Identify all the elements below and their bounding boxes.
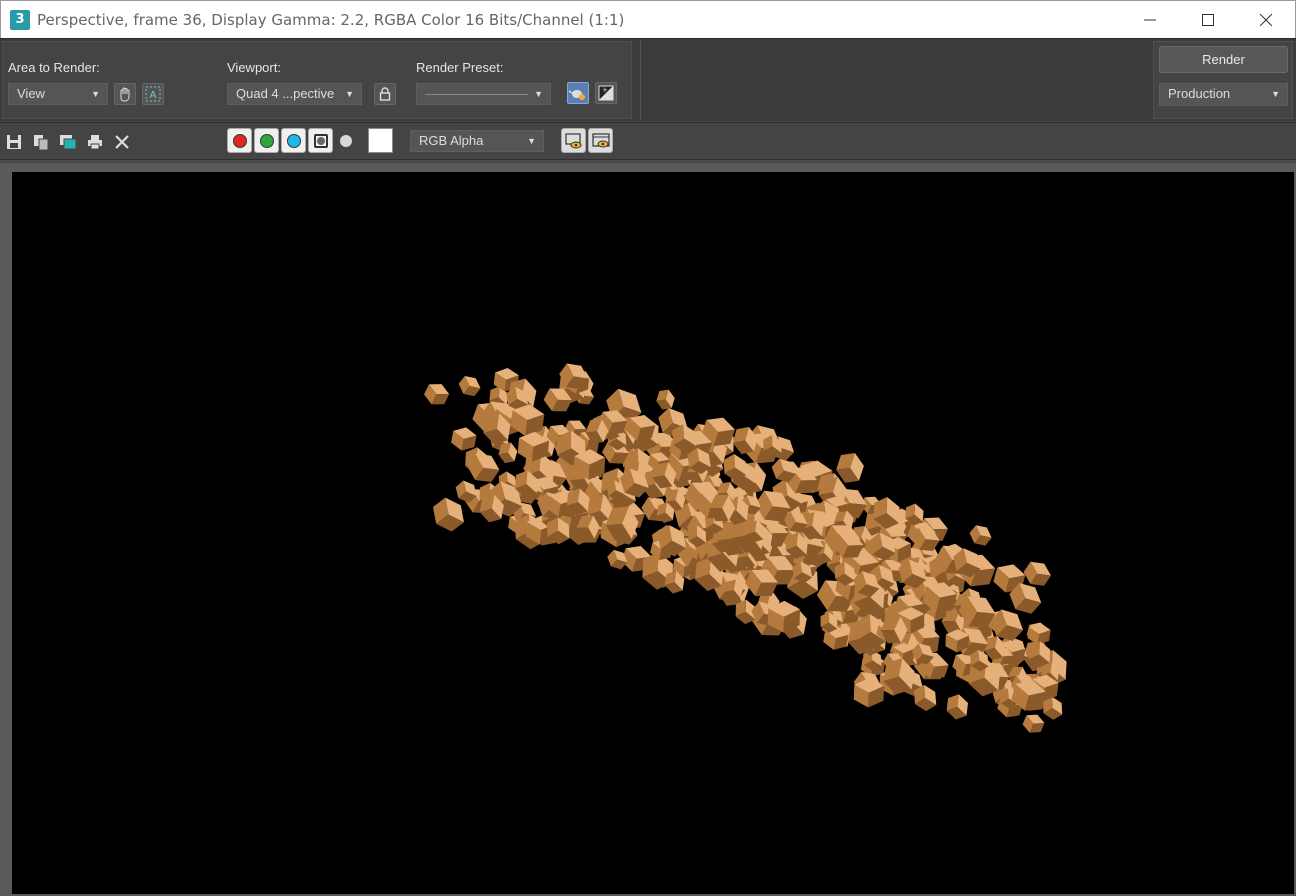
render-mode-dropdown[interactable]: Production ▼ [1159,83,1288,106]
minimize-icon [1144,19,1156,21]
teapot-gear-icon [569,90,585,100]
blue-channel-toggle[interactable] [281,128,306,153]
color-swatch[interactable] [368,128,393,153]
area-to-render-label: Area to Render: [8,60,100,75]
cube [1022,714,1045,733]
alpha-channel-icon [313,133,328,148]
clear-icon [115,135,129,149]
cube [656,389,675,410]
red-channel-toggle[interactable] [227,128,252,153]
render-setup-button[interactable] [567,82,589,104]
red-channel-icon [232,133,247,148]
chevron-down-icon: ▼ [91,89,100,99]
display-channel-value: RGB Alpha [419,133,484,148]
chevron-down-icon: ▼ [345,89,354,99]
pan-region-button[interactable] [114,83,136,105]
green-channel-icon [259,133,274,148]
clear-image-button[interactable] [111,131,133,153]
svg-text:+: + [602,86,608,94]
auto-region-icon: A [145,86,161,102]
alpha-channel-toggle[interactable] [308,128,333,153]
exposure-icon: + [598,85,614,101]
app-icon: 3 [10,10,30,30]
render-preset-dropdown[interactable]: ▼ [416,83,551,105]
monochrome-toggle[interactable] [340,135,352,147]
cube [451,427,477,451]
save-image-button[interactable] [3,131,25,153]
lock-viewport-button[interactable] [374,83,396,105]
minimize-button[interactable] [1121,1,1179,39]
window-eye-icon [591,132,610,147]
maximize-icon [1202,14,1214,26]
viewport-label: Viewport: [227,60,281,75]
green-channel-toggle[interactable] [254,128,279,153]
viewport-value: Quad 4 ...pective [236,86,335,101]
auto-region-button[interactable]: A [142,83,164,105]
toggle-ui-button[interactable] [588,128,613,153]
chevron-down-icon: ▼ [534,89,543,99]
hand-icon [120,87,130,102]
render-options-group [2,41,632,119]
area-to-render-dropdown[interactable]: View ▼ [8,83,108,105]
toggle-ui-overlays-button[interactable] [561,128,586,153]
render-mode-value: Production [1168,86,1231,101]
viewport-dropdown[interactable]: Quad 4 ...pective ▼ [227,83,362,105]
frame-buffer-toolbar: RGB Alpha ▼ [0,122,1296,160]
window-title: Perspective, frame 36, Display Gamma: 2.… [37,11,625,29]
cube-particles [424,363,1067,733]
close-button[interactable] [1237,1,1295,39]
print-image-button[interactable] [84,131,106,153]
cube [969,525,992,546]
preset-divider [425,94,528,95]
title-bar: 3 Perspective, frame 36, Display Gamma: … [0,0,1296,38]
close-icon [1260,14,1272,26]
svg-text:A: A [150,90,157,101]
copy-icon [34,135,49,150]
monitor-eye-icon [564,132,581,148]
chevron-down-icon: ▼ [527,136,536,146]
lock-icon [379,87,391,101]
environment-effects-button[interactable]: + [595,82,617,104]
maximize-button[interactable] [1179,1,1237,39]
area-to-render-value: View [17,86,45,101]
blue-channel-icon [286,133,301,148]
clone-icon [60,135,77,150]
rendered-image[interactable] [12,172,1294,894]
cube [458,376,481,397]
cube [946,694,968,720]
print-icon [88,135,102,150]
save-icon [7,135,21,149]
display-channel-dropdown[interactable]: RGB Alpha ▼ [410,130,544,152]
panel-divider [640,41,641,119]
cube [424,384,450,405]
chevron-down-icon: ▼ [1271,89,1280,99]
render-settings-panel [0,38,1296,121]
copy-image-button[interactable] [30,131,52,153]
render-preset-label: Render Preset: [416,60,504,75]
render-button[interactable]: Render [1159,46,1288,73]
clone-window-button[interactable] [57,131,79,153]
